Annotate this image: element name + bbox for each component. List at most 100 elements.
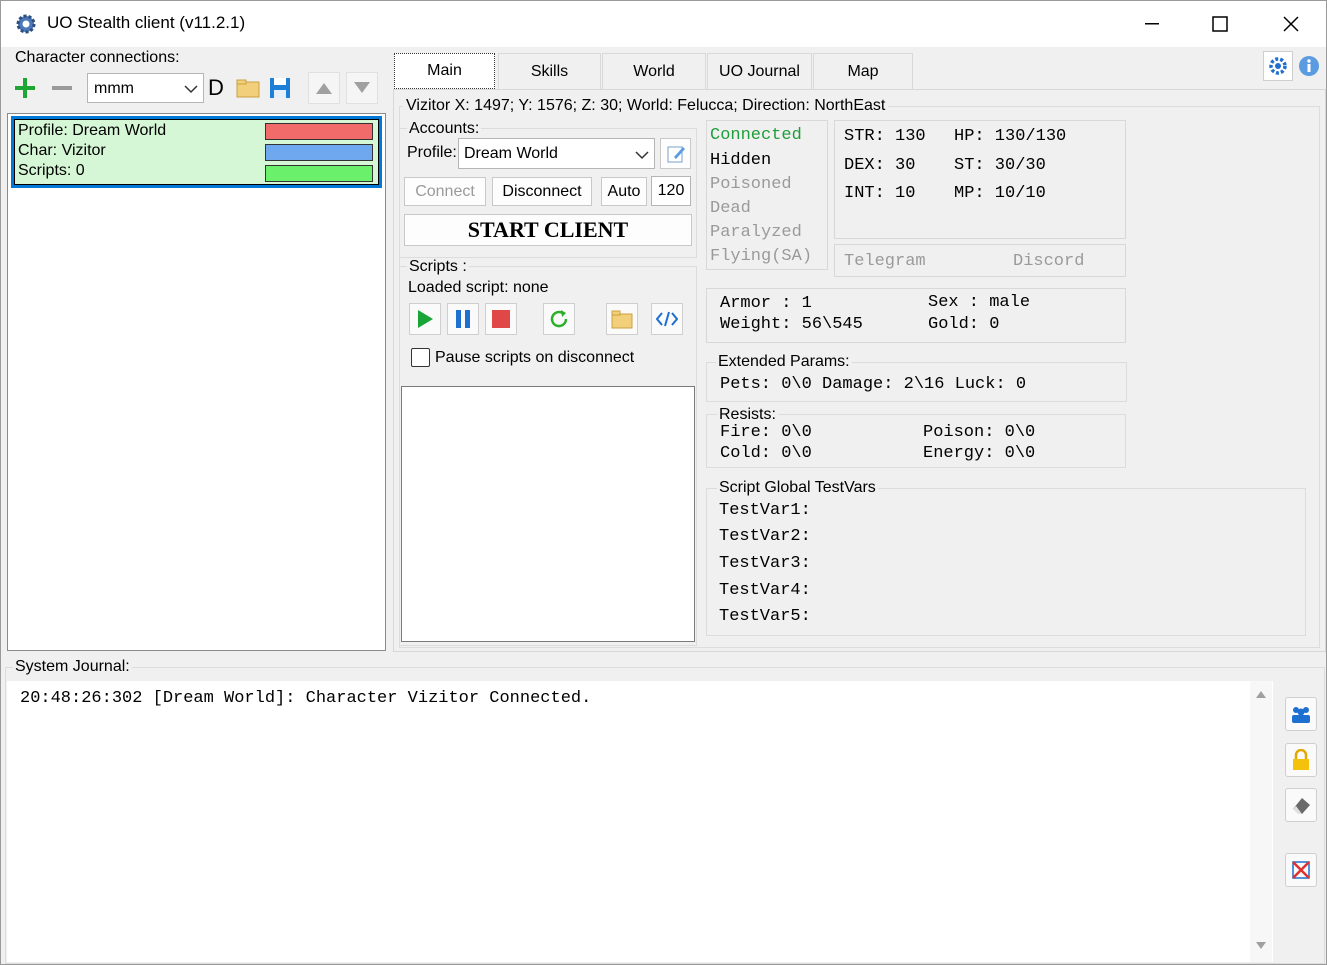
pause-on-disconnect-checkbox[interactable] [411,348,430,367]
journal-title: System Journal: [13,658,132,676]
connect-button[interactable]: Connect [404,177,486,206]
tab-skills[interactable]: Skills [498,53,601,89]
journal-log[interactable]: 20:48:26:302 [Dream World]: Character Vi… [7,681,1273,962]
journal-scrollbar[interactable] [1250,681,1272,962]
stat-mp: MP: 10/10 [954,184,1046,203]
entry-char: Char: Vizitor [18,142,106,159]
add-connection-button[interactable] [9,72,41,104]
folder-icon [611,310,633,329]
save-icon [270,78,290,98]
open-script-button[interactable] [606,303,638,335]
chevron-down-icon [635,151,649,160]
tab-map[interactable]: Map [813,53,913,89]
lock-button[interactable] [1285,743,1317,777]
lock-icon [1293,749,1309,770]
profile-label: Profile: [407,144,457,161]
script-output-box[interactable] [401,386,695,642]
stop-icon [492,310,510,328]
flag-flying: Flying(SA) [710,247,813,266]
d-button[interactable]: D [208,75,224,101]
flag-connected: Connected [710,126,802,145]
stat-dex: DEX: 30 [844,156,916,175]
edit-icon [667,146,685,162]
armor-value: Armor : 1 [720,294,812,313]
connections-list[interactable]: Profile: Dream World Char: Vizitor Scrip… [7,113,386,651]
flag-dead: Dead [710,199,751,218]
scripts-title: Scripts : [407,258,469,276]
edit-profile-button[interactable] [660,138,691,169]
accounts-title: Accounts: [407,120,482,138]
status-line: Vizitor X: 1497; Y: 1576; Z: 30; World: … [403,97,889,115]
testvar-2: TestVar2: [719,527,811,546]
minimize-icon [1145,23,1159,25]
save-button[interactable] [264,72,296,104]
arrow-down-icon [354,82,370,93]
users-button[interactable] [1285,697,1317,731]
code-icon [656,311,678,327]
pause-script-button[interactable] [447,303,479,335]
tab-skills-label: Skills [530,62,569,80]
resists-title: Resists: [717,406,778,424]
app-gear-icon [16,14,36,34]
main-window: UO Stealth client (v11.2.1) Character co… [0,0,1327,965]
testvar-3: TestVar3: [719,554,811,573]
tab-main[interactable]: Main [394,53,495,89]
remove-connection-button[interactable] [46,72,78,104]
extended-title: Extended Params: [716,353,852,371]
discord-link[interactable]: Discord [1013,252,1084,271]
clear-button[interactable] [1285,788,1317,822]
extended-line: Pets: 0\0 Damage: 2\16 Luck: 0 [720,375,1027,394]
resist-fire: Fire: 0\0 [720,423,812,442]
minimize-button[interactable] [1118,1,1186,47]
eraser-icon [1293,798,1310,814]
journal-line: 20:48:26:302 [Dream World]: Character Vi… [20,689,592,708]
stamina-bar [265,165,373,182]
mana-bar [265,144,373,161]
stop-script-button[interactable] [485,303,517,335]
connections-title: Character connections: [15,49,180,66]
open-folder-button[interactable] [232,72,264,104]
pause-icon [456,310,470,328]
refresh-icon [550,310,568,328]
auto-button[interactable]: Auto [601,177,647,206]
tab-uo-journal[interactable]: UO Journal [707,53,812,89]
auto-interval-input[interactable]: 120 [651,176,691,206]
account-profile-value: Dream World [464,145,558,162]
entry-profile: Profile: Dream World [18,122,167,139]
tab-uo-journal-label: UO Journal [719,62,800,80]
testvars-title: Script Global TestVars [717,479,878,497]
tab-main-label: Main [427,62,462,79]
close-button[interactable] [1257,1,1325,47]
edit-script-button[interactable] [651,303,683,335]
play-script-button[interactable] [409,303,441,335]
settings-button[interactable] [1263,51,1293,81]
resist-energy: Energy: 0\0 [923,444,1036,463]
tab-world[interactable]: World [602,53,706,89]
play-icon [418,310,433,328]
plus-icon [15,78,35,98]
flag-paralyzed: Paralyzed [710,223,802,242]
sex-value: Sex : male [928,293,1031,312]
arrow-up-icon [316,83,332,94]
disconnect-button[interactable]: Disconnect [492,177,592,206]
chevron-down-icon [184,85,198,94]
move-down-button[interactable] [346,72,378,104]
folder-icon [236,79,260,98]
telegram-link[interactable]: Telegram [844,252,926,271]
settings-gear-icon [1269,57,1287,75]
profile-select[interactable]: mmm [87,73,204,103]
delete-button[interactable] [1285,853,1317,887]
maximize-button[interactable] [1186,1,1254,47]
health-bar [265,123,373,140]
info-button[interactable] [1295,51,1323,81]
stat-str: STR: 130 [844,127,926,146]
reload-script-button[interactable] [543,303,575,335]
stat-st: ST: 30/30 [954,156,1046,175]
scroll-up-icon [1256,691,1266,698]
start-client-button[interactable]: START CLIENT [404,214,692,246]
move-up-button[interactable] [308,72,340,104]
testvar-5: TestVar5: [719,607,811,626]
connection-entry[interactable]: Profile: Dream World Char: Vizitor Scrip… [11,116,382,188]
account-profile-select[interactable]: Dream World [458,138,655,169]
resist-poison: Poison: 0\0 [923,423,1036,442]
